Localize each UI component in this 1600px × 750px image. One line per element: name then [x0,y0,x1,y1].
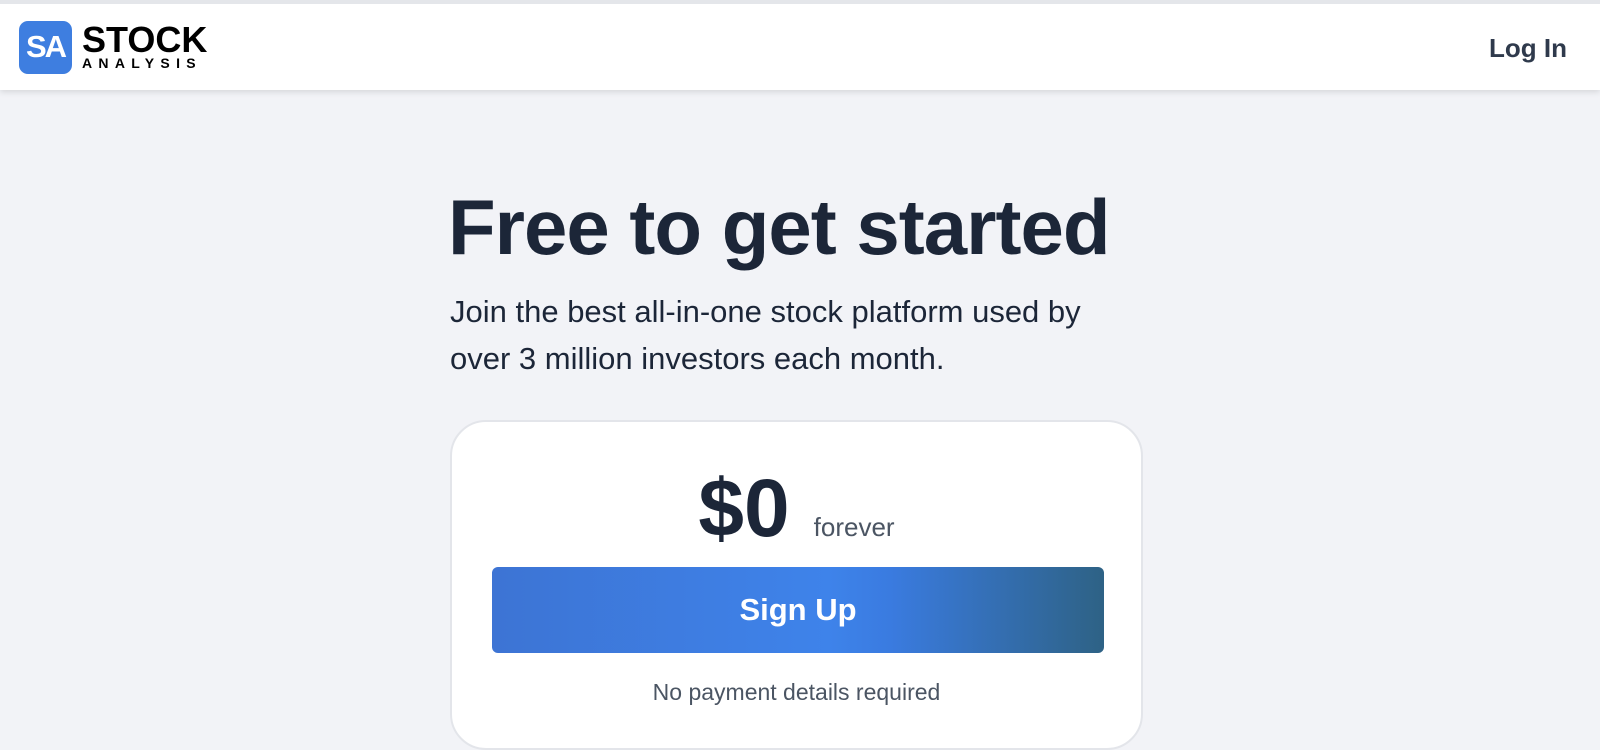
payment-note: No payment details required [652,679,941,705]
price-amount: $0 [698,463,790,554]
logo[interactable]: SA STOCK ANALYSIS [19,20,207,74]
site-header: SA STOCK ANALYSIS Log In [0,0,1600,90]
logo-wordmark: STOCK ANALYSIS [82,19,208,71]
page-subtitle: Join the best all-in-one stock platform … [450,288,1150,382]
logo-badge: SA [19,20,72,74]
subtitle-line-1: Join the best all-in-one stock platform … [450,294,1081,329]
pricing-card: $0 forever Sign Up No payment details re… [450,420,1143,750]
logo-sub-text: ANALYSIS [82,55,202,71]
signup-button[interactable]: Sign Up [492,567,1104,653]
price-row: $0 forever [452,464,1141,554]
subtitle-line-2: over 3 million investors each month. [450,341,945,376]
price-period: forever [813,512,895,542]
logo-main-text: STOCK [82,19,208,60]
page-title: Free to get started [448,183,1110,271]
login-link[interactable]: Log In [1489,33,1567,64]
